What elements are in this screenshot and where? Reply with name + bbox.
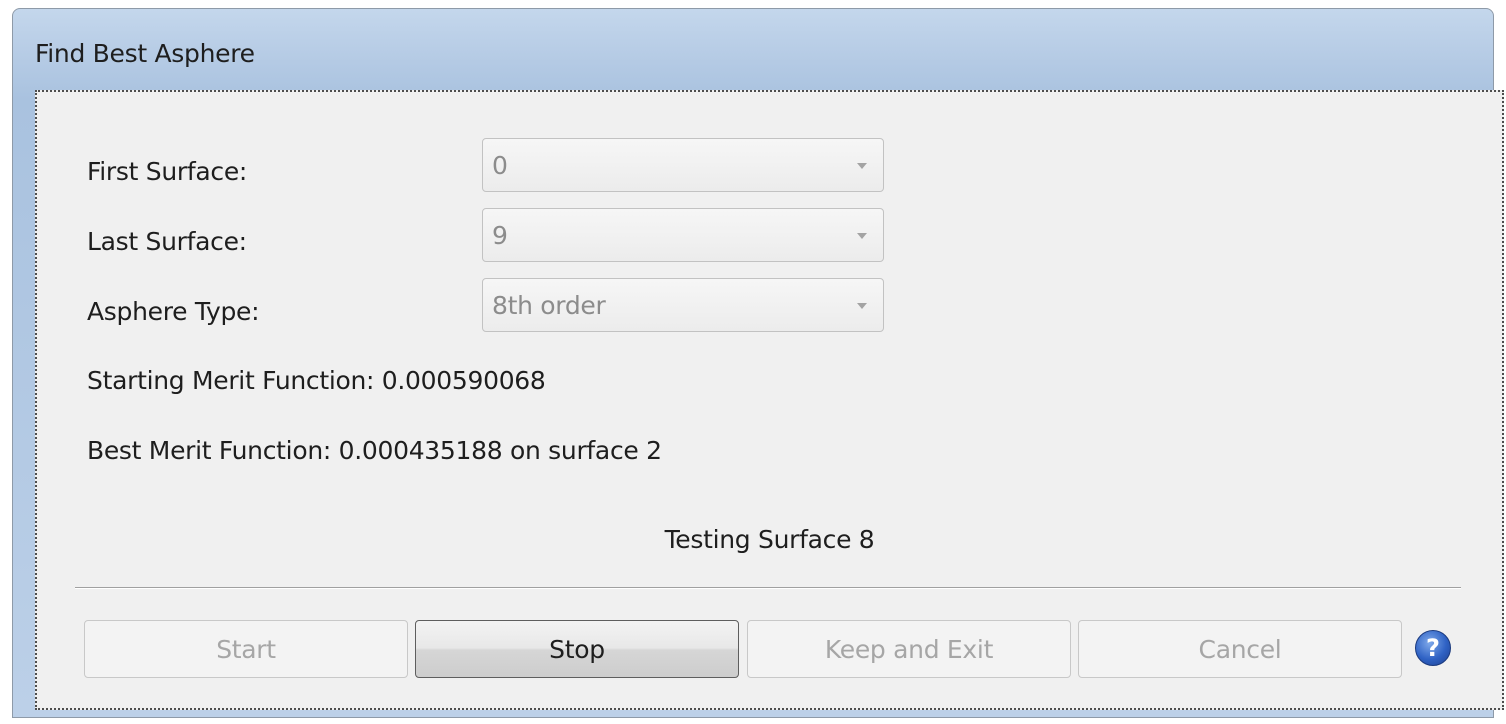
stop-button[interactable]: Stop bbox=[415, 620, 739, 678]
keep-and-exit-button[interactable]: Keep and Exit bbox=[747, 620, 1071, 678]
help-icon[interactable]: ? bbox=[1415, 630, 1451, 666]
cancel-button[interactable]: Cancel bbox=[1078, 620, 1402, 678]
asphere-type-dropdown[interactable]: 8th order bbox=[482, 278, 884, 332]
status-text: Testing Surface 8 bbox=[664, 525, 875, 554]
separator bbox=[75, 587, 1461, 589]
first-surface-label: First Surface: bbox=[87, 157, 248, 186]
dialog-client-area: First Surface: 0 Last Surface: 9 Asphere… bbox=[35, 90, 1504, 710]
window-title: Find Best Asphere bbox=[35, 39, 255, 68]
last-surface-dropdown[interactable]: 9 bbox=[482, 208, 884, 262]
find-best-asphere-window: Find Best Asphere First Surface: 0 Last … bbox=[12, 8, 1504, 718]
chevron-down-icon bbox=[857, 303, 867, 309]
best-merit-function: Best Merit Function: 0.000435188 on surf… bbox=[87, 436, 662, 465]
asphere-type-value: 8th order bbox=[492, 291, 606, 320]
first-surface-value: 0 bbox=[492, 151, 508, 180]
last-surface-value: 9 bbox=[492, 221, 508, 250]
last-surface-label: Last Surface: bbox=[87, 227, 247, 256]
first-surface-dropdown[interactable]: 0 bbox=[482, 138, 884, 192]
asphere-type-label: Asphere Type: bbox=[87, 297, 260, 326]
chevron-down-icon bbox=[857, 233, 867, 239]
chevron-down-icon bbox=[857, 163, 867, 169]
start-button[interactable]: Start bbox=[84, 620, 408, 678]
starting-merit-function: Starting Merit Function: 0.000590068 bbox=[87, 366, 546, 395]
